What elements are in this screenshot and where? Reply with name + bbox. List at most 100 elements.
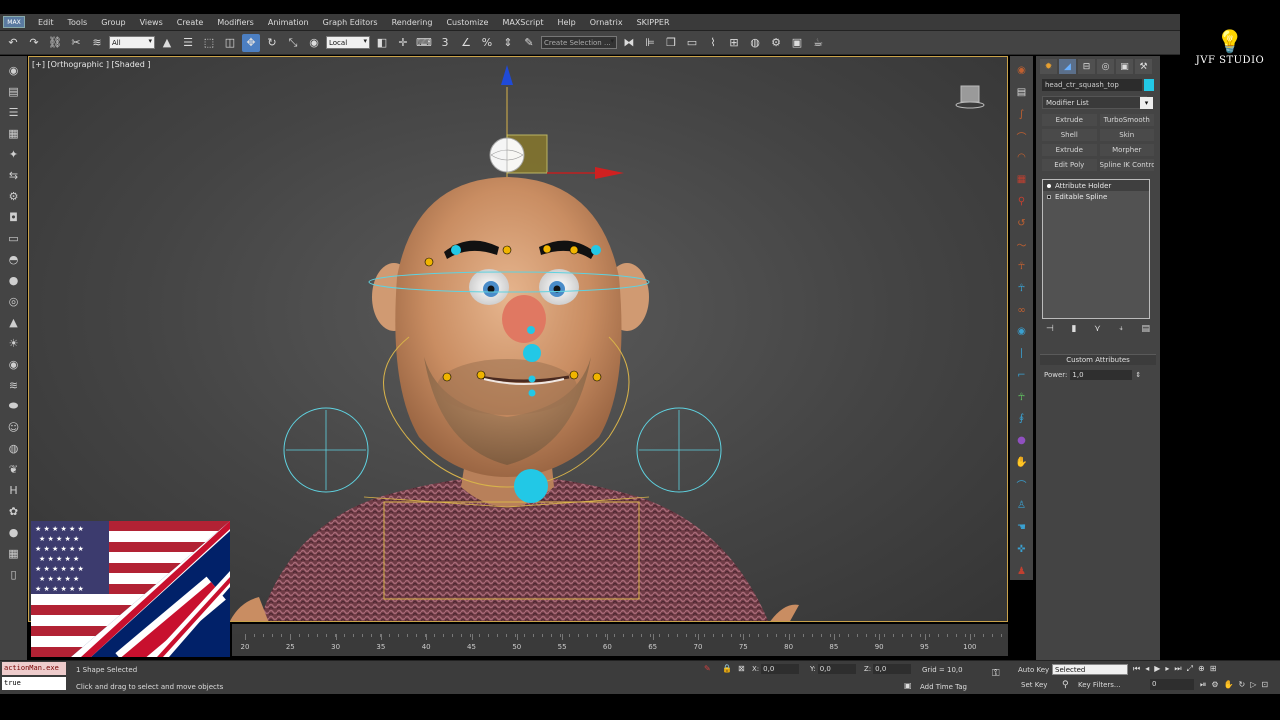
angle-snap-icon[interactable]: ∠: [457, 34, 475, 52]
gear-icon[interactable]: ⚙: [6, 188, 22, 204]
rendered-frame-window-icon[interactable]: ▣: [788, 34, 806, 52]
reference-coord-dropdown[interactable]: Local: [326, 36, 370, 49]
material-editor-icon[interactable]: ◍: [746, 34, 764, 52]
box-icon[interactable]: ▭: [6, 230, 22, 246]
red-foot-icon[interactable]: ♟: [1014, 562, 1030, 580]
x-field[interactable]: 0,0: [761, 664, 800, 674]
place-icon[interactable]: ◉: [305, 34, 323, 52]
sphere-tool-icon[interactable]: ◉: [1014, 62, 1030, 80]
key-icon[interactable]: ⚿: [992, 668, 1000, 679]
window-crossing-icon[interactable]: ◫: [221, 34, 239, 52]
blue-hand-icon[interactable]: ☚: [1014, 519, 1030, 537]
redo-icon[interactable]: ↷: [25, 34, 43, 52]
capsule-icon[interactable]: ⬬: [6, 398, 22, 414]
selection-filter-dropdown[interactable]: All: [109, 36, 155, 49]
field-of-view-icon[interactable]: ▷: [1250, 680, 1256, 690]
blue-arm-icon[interactable]: ⌒: [1014, 475, 1030, 493]
current-frame-field[interactable]: 0: [1150, 679, 1194, 690]
modifier-extrude-button[interactable]: Extrude: [1042, 114, 1097, 126]
cone-icon[interactable]: ▲: [6, 314, 22, 330]
red-hand-icon[interactable]: ✋: [1014, 454, 1030, 472]
y-field[interactable]: 0,0: [817, 664, 856, 674]
previous-frame-icon[interactable]: ◂: [1145, 664, 1149, 674]
spinner-arrows-icon[interactable]: ⇕: [1135, 371, 1141, 379]
motion-tab-icon[interactable]: ◎: [1097, 59, 1114, 74]
lightbulb-icon[interactable]: [1047, 183, 1051, 188]
configure-sets-icon[interactable]: ▤: [1141, 324, 1150, 334]
zoom-extents-icon[interactable]: ⤢: [1187, 664, 1193, 674]
blue-hook-icon[interactable]: ⌐: [1014, 367, 1030, 385]
grid-icon[interactable]: ▦: [6, 125, 22, 141]
add-time-tag-button[interactable]: Add Time Tag: [920, 683, 967, 691]
time-config-icon[interactable]: ⚙: [1211, 680, 1218, 690]
loop-tool-icon[interactable]: ↺: [1014, 214, 1030, 232]
link-icon[interactable]: ⛓: [46, 34, 64, 52]
modifier-morpher-button[interactable]: Morpher: [1099, 144, 1154, 156]
spinner-snap-icon[interactable]: ⇕: [499, 34, 517, 52]
go-to-start-icon[interactable]: ⏮: [1133, 664, 1140, 674]
unlink-icon[interactable]: ✂: [67, 34, 85, 52]
layer-manager-icon[interactable]: ❒: [662, 34, 680, 52]
arc-tool-icon[interactable]: ◠: [1014, 149, 1030, 167]
modifier-spline-ik-button[interactable]: Spline IK Control: [1099, 159, 1154, 171]
blue-cross-icon[interactable]: ✜: [1014, 541, 1030, 559]
gold-sphere-icon[interactable]: ◉: [6, 356, 22, 372]
bone-tool-icon[interactable]: ⚲: [1014, 193, 1030, 211]
lock-icon[interactable]: 🔒: [722, 664, 732, 673]
white-sphere-icon[interactable]: ●: [6, 524, 22, 540]
palette-icon[interactable]: ✿: [6, 503, 22, 519]
light-icon[interactable]: ✦: [6, 146, 22, 162]
curve-tool-icon[interactable]: ∫: [1014, 106, 1030, 124]
user-icon[interactable]: ☺: [6, 419, 22, 435]
film-tool-icon[interactable]: ▦: [1014, 171, 1030, 189]
named-selection-dropdown[interactable]: Create Selection ...: [541, 36, 617, 49]
modifier-extrude2-button[interactable]: Extrude: [1042, 144, 1097, 156]
key-mode-icon[interactable]: ⏯: [1200, 680, 1206, 690]
keyboard-shortcut-icon[interactable]: ⌨: [415, 34, 433, 52]
sun-icon[interactable]: ☀: [6, 335, 22, 351]
hf-icon[interactable]: H: [6, 482, 22, 498]
maximize-toggle-icon[interactable]: ⊞: [1210, 664, 1217, 674]
hierarchy-tab-icon[interactable]: ⊟: [1078, 59, 1095, 74]
undo-icon[interactable]: ↶: [4, 34, 22, 52]
object-name-field[interactable]: head_ctr_squash_top: [1042, 79, 1142, 91]
app-logo[interactable]: MAX: [3, 16, 25, 28]
viewcube-icon[interactable]: [955, 83, 985, 109]
key-filters-button[interactable]: Key Filters...: [1078, 681, 1121, 689]
menu-views[interactable]: Views: [133, 18, 170, 27]
wave-icon[interactable]: ≋: [6, 377, 22, 393]
move-icon[interactable]: ✥: [242, 33, 260, 52]
schematic-view-icon[interactable]: ⊞: [725, 34, 743, 52]
chain-tool-icon[interactable]: ∞: [1014, 301, 1030, 319]
orbit-icon[interactable]: ↻: [1239, 680, 1246, 690]
custom-attributes-rollout[interactable]: Custom Attributes: [1040, 354, 1156, 365]
select-object-icon[interactable]: ▲: [158, 34, 176, 52]
ribbon-icon[interactable]: ▭: [683, 34, 701, 52]
display-icon[interactable]: ▤: [6, 83, 22, 99]
menu-ornatrix[interactable]: Ornatrix: [583, 18, 630, 27]
next-frame-icon[interactable]: ▸: [1165, 664, 1169, 674]
modifier-list-dropdown[interactable]: Modifier List: [1042, 96, 1147, 109]
maxscript-result[interactable]: true: [2, 677, 66, 690]
list-icon[interactable]: ☰: [6, 104, 22, 120]
camera-icon[interactable]: ◘: [6, 209, 22, 225]
torus-icon[interactable]: ◎: [6, 293, 22, 309]
green-figure-icon[interactable]: ☥: [1014, 388, 1030, 406]
zoom-all-icon[interactable]: ⊕: [1198, 664, 1205, 674]
power-spinner[interactable]: 1,0: [1070, 370, 1133, 380]
menu-modifiers[interactable]: Modifiers: [210, 18, 261, 27]
chevron-down-icon[interactable]: ▾: [1140, 97, 1153, 109]
object-color-swatch[interactable]: [1144, 79, 1154, 91]
pin-stack-icon[interactable]: ⊣: [1046, 324, 1054, 334]
blue-curve-icon[interactable]: ∮: [1014, 410, 1030, 428]
z-field[interactable]: 0,0: [873, 664, 912, 674]
pivot-center-icon[interactable]: ◧: [373, 34, 391, 52]
go-to-end-icon[interactable]: ⏭: [1174, 664, 1181, 674]
stack-item[interactable]: Editable Spline: [1043, 191, 1149, 202]
filter-icon[interactable]: ⚲: [1062, 680, 1069, 690]
hook-tool-icon[interactable]: ⌒: [1014, 127, 1030, 145]
menu-create[interactable]: Create: [170, 18, 211, 27]
menu-group[interactable]: Group: [94, 18, 132, 27]
eye-icon[interactable]: ◉: [6, 62, 22, 78]
modifier-turbosmooth-button[interactable]: TurboSmooth: [1099, 114, 1154, 126]
